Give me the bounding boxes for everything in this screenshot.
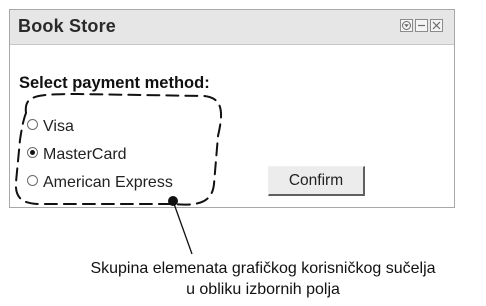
payment-prompt: Select payment method: bbox=[19, 74, 210, 92]
minimize-icon[interactable] bbox=[415, 19, 428, 32]
option-visa[interactable]: Visa bbox=[27, 116, 74, 138]
close-icon[interactable] bbox=[430, 19, 443, 32]
caption-line-2: u obliku izbornih polja bbox=[186, 281, 340, 298]
caption-line-1: Skupina elemenata grafičkog korisničkog … bbox=[90, 260, 436, 277]
radio-visa[interactable] bbox=[27, 119, 38, 130]
window-titlebar: Book Store bbox=[10, 10, 454, 45]
confirm-button[interactable]: Confirm bbox=[268, 166, 365, 196]
option-visa-label: Visa bbox=[43, 118, 74, 135]
radio-american-express[interactable] bbox=[27, 175, 38, 186]
annotation-caption: Skupina elemenata grafičkog korisničkog … bbox=[0, 258, 486, 300]
option-american-express[interactable]: American Express bbox=[27, 172, 173, 194]
window-controls bbox=[400, 19, 443, 32]
option-mastercard[interactable]: MasterCard bbox=[27, 144, 127, 166]
option-american-express-label: American Express bbox=[43, 174, 173, 191]
book-store-window: Book Store Select payment method: Visa M… bbox=[9, 9, 455, 208]
dropdown-icon[interactable] bbox=[400, 19, 413, 32]
option-mastercard-label: MasterCard bbox=[43, 146, 127, 163]
pointer-line bbox=[172, 200, 193, 255]
window-title: Book Store bbox=[18, 16, 117, 36]
radio-mastercard[interactable] bbox=[27, 147, 38, 158]
